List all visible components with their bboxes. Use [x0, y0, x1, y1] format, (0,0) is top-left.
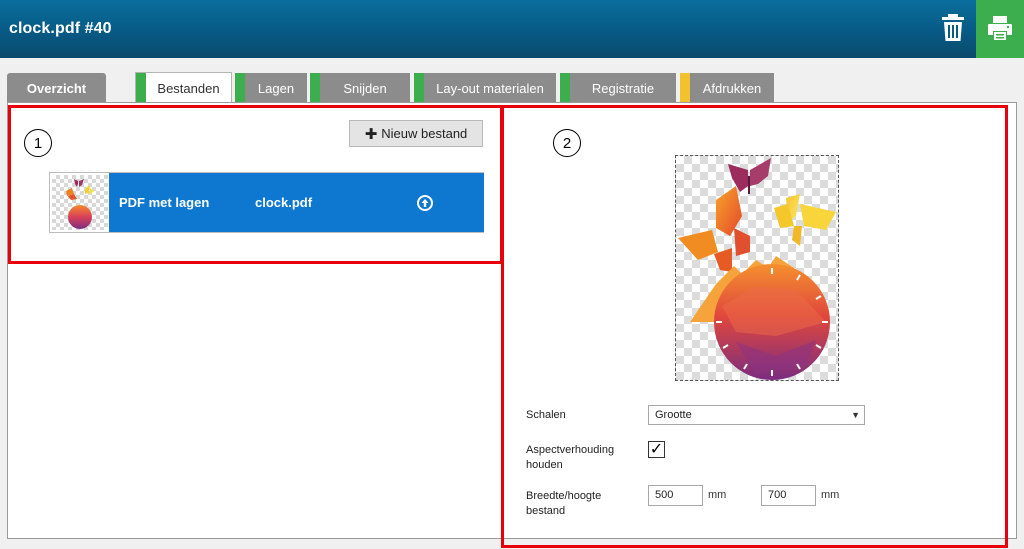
file-size-label-line1: Breedte/hoogte	[526, 490, 602, 502]
height-input[interactable]: 700	[761, 485, 816, 506]
tab-label: Snijden	[343, 80, 387, 96]
tab-label: Bestanden	[157, 81, 220, 96]
width-input[interactable]: 500	[648, 485, 703, 506]
file-item-selected: PDF met lagen clock.pdf	[109, 173, 484, 232]
scale-label: Schalen	[526, 409, 566, 421]
print-button[interactable]	[976, 0, 1024, 58]
tab-overzicht[interactable]: Overzicht	[7, 73, 106, 103]
callout-marker-1: 1	[24, 129, 52, 157]
printer-icon	[988, 16, 1012, 40]
file-preview-image	[675, 155, 839, 381]
tab-status-indicator	[414, 73, 424, 103]
new-file-label: Nieuw bestand	[381, 126, 468, 141]
tab-status-indicator	[310, 73, 320, 103]
app-window: clock.pdf #40 Overzicht Bestanden Lagen …	[0, 0, 1024, 549]
file-type-label: PDF met lagen	[119, 195, 210, 210]
tab-lagen[interactable]: Lagen	[235, 73, 307, 103]
file-name-label: clock.pdf	[255, 195, 313, 210]
tab-lay-out-materialen[interactable]: Lay-out materialen	[414, 73, 556, 103]
document-title: clock.pdf #40	[9, 20, 112, 37]
tab-snijden[interactable]: Snijden	[310, 73, 410, 103]
header-bar: clock.pdf #40	[0, 0, 1024, 58]
tab-label: Afdrukken	[702, 80, 762, 96]
file-size-label-line2: bestand	[526, 505, 566, 517]
scale-select-value: Grootte	[655, 409, 692, 421]
tab-label: Registratie	[591, 80, 655, 96]
trash-icon	[942, 14, 964, 41]
tab-status-indicator	[136, 73, 146, 104]
tab-label: Lay-out materialen	[436, 80, 544, 96]
file-thumbnail	[52, 175, 108, 230]
content-panel	[7, 102, 1017, 539]
file-list-item[interactable]: PDF met lagen clock.pdf	[49, 172, 484, 233]
chevron-down-icon: ▼	[851, 410, 860, 420]
upload-circle-icon[interactable]	[416, 194, 434, 212]
plus-icon: ✚	[364, 125, 378, 143]
tab-bestanden[interactable]: Bestanden	[135, 72, 232, 104]
tab-status-indicator	[235, 73, 245, 103]
new-file-button[interactable]: ✚ Nieuw bestand	[349, 120, 483, 147]
tab-afdrukken[interactable]: Afdrukken	[680, 73, 774, 103]
delete-button[interactable]	[938, 12, 968, 44]
width-unit: mm	[708, 489, 727, 501]
tab-bar: Overzicht Bestanden Lagen Snijden Lay-ou…	[0, 72, 1024, 104]
aspect-ratio-label-line2: houden	[526, 459, 563, 471]
scale-select[interactable]: Grootte ▼	[648, 405, 865, 425]
height-unit: mm	[821, 489, 840, 501]
callout-marker-2: 2	[553, 129, 581, 157]
tab-label: Lagen	[257, 80, 295, 96]
tab-status-indicator	[560, 73, 570, 103]
aspect-ratio-label-line1: Aspectverhouding	[526, 444, 615, 456]
keep-aspect-ratio-checkbox[interactable]: ✓	[648, 441, 665, 458]
tab-status-indicator	[680, 73, 690, 103]
tab-registratie[interactable]: Registratie	[560, 73, 676, 103]
tab-label: Overzicht	[26, 80, 87, 96]
